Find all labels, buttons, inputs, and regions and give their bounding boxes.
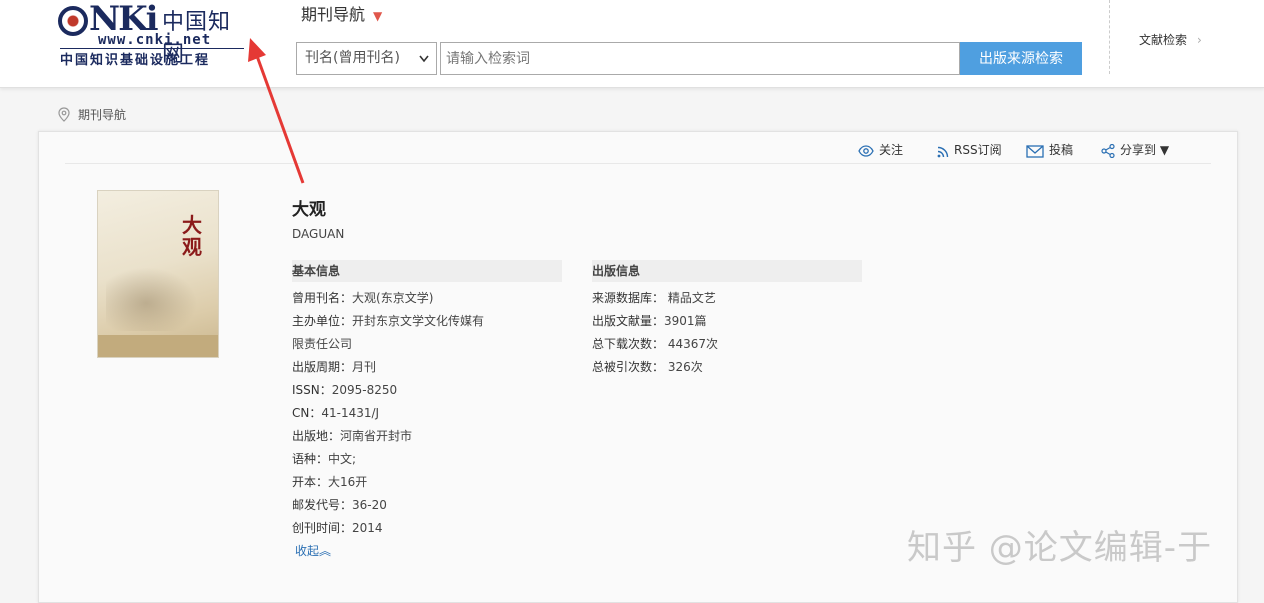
journal-nav-label: 期刊导航 [301, 5, 366, 24]
journal-cover-image: 大 观 [97, 190, 219, 358]
triangle-down-icon: ▼ [373, 9, 383, 23]
search-input[interactable] [440, 42, 960, 75]
info-label: 曾用刊名： [292, 291, 353, 305]
info-row: 出版地：河南省开封市 [292, 425, 492, 448]
share-label: 分享到 ▼ [1120, 143, 1170, 157]
chevron-down-icon [419, 43, 429, 86]
submit-label: 投稿 [1049, 143, 1074, 157]
journal-nav-dropdown[interactable]: 期刊导航 ▼ [301, 1, 382, 25]
info-row: 总被引次数： 326次 [592, 356, 718, 379]
info-label: 创刊时间： [292, 521, 353, 535]
info-value: 2095-8250 [331, 383, 398, 397]
info-label: CN： [292, 406, 322, 420]
submit-manuscript-button[interactable]: 投稿 [1026, 141, 1073, 158]
info-label: 主办单位： [292, 314, 353, 328]
info-row: 邮发代号：36-20 [292, 494, 492, 517]
info-value: 大16开 [328, 475, 368, 489]
info-row: 出版周期：月刊 [292, 356, 492, 379]
info-row: CN：41-1431/J [292, 402, 492, 425]
envelope-icon [1026, 145, 1044, 158]
breadcrumb-item[interactable]: 期刊导航 [78, 108, 126, 122]
rss-icon [937, 146, 949, 158]
info-value: 月刊 [352, 360, 377, 374]
basic-info-heading: 基本信息 [292, 260, 562, 282]
info-row: 总下载次数： 44367次 [592, 333, 718, 356]
journal-title: 大观 [292, 200, 326, 220]
share-button[interactable]: 分享到 ▼ [1101, 141, 1170, 159]
publish-info-heading: 出版信息 [592, 260, 862, 282]
chevron-right-icon: › [1197, 33, 1202, 47]
info-row: ISSN：2095-8250 [292, 379, 492, 402]
literature-search-label: 文献检索 [1139, 33, 1188, 47]
journal-title-en: DAGUAN [292, 227, 345, 241]
info-value: 大观(东京文学) [352, 291, 434, 305]
eye-icon [858, 145, 874, 157]
info-label: 出版地： [292, 429, 341, 443]
info-label: 开本： [292, 475, 329, 489]
info-row: 创刊时间：2014 [292, 517, 492, 540]
info-label: ISSN： [292, 383, 332, 397]
cnki-logo[interactable]: NKi 中国知网 www.cnki.net 中国知识基础设施工程 [58, 0, 248, 70]
search-field-select[interactable]: 刊名(曾用刊名) [296, 42, 437, 75]
info-row: 曾用刊名：大观(东京文学) [292, 287, 492, 310]
location-pin-icon [58, 107, 70, 122]
info-value: 3901篇 [664, 314, 707, 328]
info-label: 邮发代号： [292, 498, 353, 512]
follow-button[interactable]: 关注 [858, 141, 903, 158]
logo-url: www.cnki.net [98, 32, 212, 48]
info-value: 精品文艺 [664, 291, 716, 305]
card-toolbar: 关注 RSS订阅 投稿 分享到 ▼ [65, 132, 1211, 164]
info-value: 河南省开封市 [340, 429, 413, 443]
collapse-link[interactable]: 收起︽ [295, 542, 331, 559]
publish-info-list: 来源数据库： 精品文艺 出版文献量：3901篇 总下载次数： 44367次 总被… [592, 287, 718, 379]
info-value: 41-1431/J [321, 406, 380, 420]
breadcrumb: 期刊导航 [58, 106, 126, 123]
publication-source-search-button[interactable]: 出版来源检索 [960, 42, 1082, 75]
info-row: 开本：大16开 [292, 471, 492, 494]
zhihu-watermark: 知乎 @论文编辑-于 [907, 528, 1213, 568]
basic-info-list: 曾用刊名：大观(东京文学) 主办单位：开封东京文学文化传媒有限责任公司 出版周期… [292, 287, 492, 540]
rss-label: RSS订阅 [954, 143, 1002, 157]
info-label: 总下载次数： [592, 337, 665, 351]
rss-subscribe-button[interactable]: RSS订阅 [937, 141, 1002, 158]
info-label: 出版文献量： [592, 314, 665, 328]
header: NKi 中国知网 www.cnki.net 中国知识基础设施工程 期刊导航 ▼ 刊… [0, 0, 1264, 88]
share-icon [1101, 143, 1115, 159]
info-label: 总被引次数： [592, 360, 665, 374]
info-value: 44367次 [664, 337, 719, 351]
info-label: 来源数据库： [592, 291, 665, 305]
search-field-value: 刊名(曾用刊名) [305, 50, 400, 66]
follow-label: 关注 [879, 143, 904, 157]
info-value: 中文; [328, 452, 357, 466]
cover-title-char-2: 观 [182, 235, 202, 259]
cover-bottom-band [98, 335, 218, 357]
info-value: 2014 [352, 521, 383, 535]
info-value: 326次 [664, 360, 703, 374]
literature-search-link[interactable]: 文献检索 › [1139, 31, 1202, 48]
info-row: 语种：中文; [292, 448, 492, 471]
info-row: 主办单位：开封东京文学文化传媒有限责任公司 [292, 310, 492, 356]
header-divider [1109, 0, 1110, 74]
info-value: 36-20 [352, 498, 387, 512]
info-label: 出版周期： [292, 360, 353, 374]
cover-ink-painting [106, 261, 206, 331]
info-row: 来源数据库： 精品文艺 [592, 287, 718, 310]
info-row: 出版文献量：3901篇 [592, 310, 718, 333]
logo-subtitle: 中国知识基础设施工程 [60, 53, 211, 68]
info-label: 语种： [292, 452, 329, 466]
